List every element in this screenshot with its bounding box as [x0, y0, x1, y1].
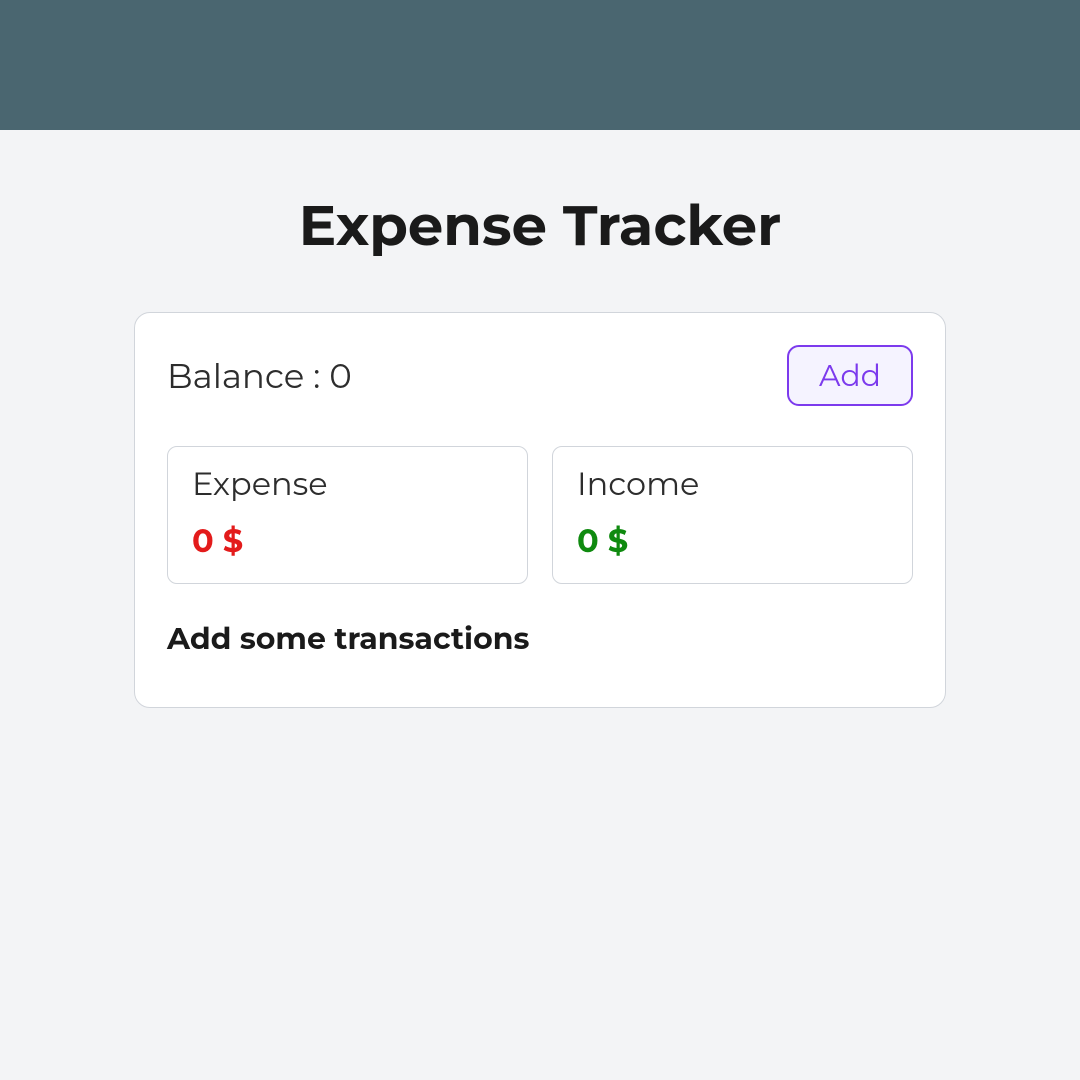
balance-label: Balance : 0: [167, 355, 352, 397]
income-label: Income: [577, 465, 888, 504]
expense-box: Expense 0 $: [167, 446, 528, 584]
expense-value: 0 $: [192, 522, 503, 561]
summary-row: Expense 0 $ Income 0 $: [167, 446, 913, 584]
expense-label: Expense: [192, 465, 503, 504]
income-value: 0 $: [577, 522, 888, 561]
balance-row: Balance : 0 Add: [167, 345, 913, 406]
top-bar: [0, 0, 1080, 130]
income-box: Income 0 $: [552, 446, 913, 584]
tracker-card: Balance : 0 Add Expense 0 $ Income 0 $ A…: [134, 312, 946, 708]
empty-transactions-message: Add some transactions: [167, 620, 913, 657]
page-title: Expense Tracker: [0, 192, 1080, 260]
add-button[interactable]: Add: [787, 345, 913, 406]
